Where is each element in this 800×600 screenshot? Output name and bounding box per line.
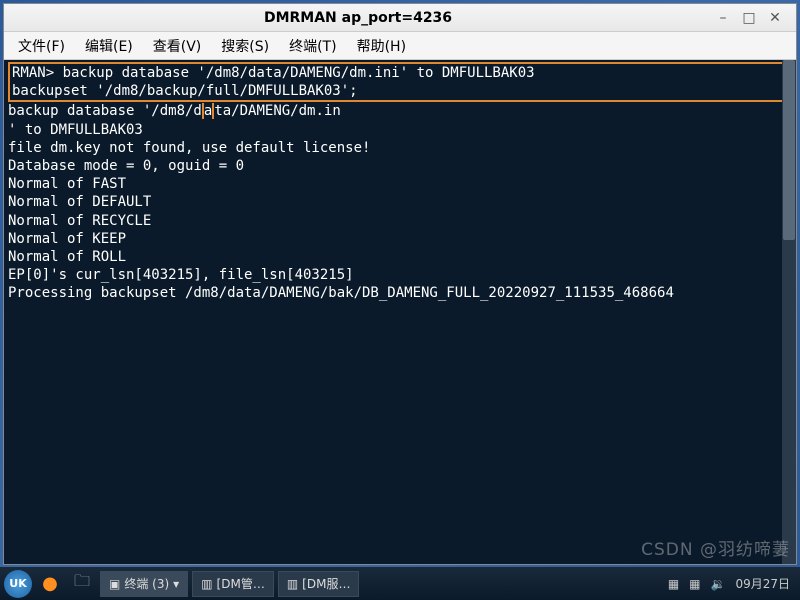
firefox-icon[interactable]: ● bbox=[36, 570, 64, 598]
term-line: Processing backupset /dm8/data/DAMENG/ba… bbox=[8, 284, 792, 302]
term-line: file dm.key not found, use default licen… bbox=[8, 139, 792, 157]
menu-file[interactable]: 文件(F) bbox=[10, 34, 73, 58]
menu-help[interactable]: 帮助(H) bbox=[349, 34, 414, 58]
menubar: 文件(F) 编辑(E) 查看(V) 搜索(S) 终端(T) 帮助(H) bbox=[4, 32, 796, 60]
terminal-window: DMRMAN ap_port=4236 – □ ✕ 文件(F) 编辑(E) 查看… bbox=[3, 3, 797, 565]
dm-icon: ▥ bbox=[201, 577, 212, 591]
chevron-down-icon: ▾ bbox=[173, 577, 179, 591]
menu-view[interactable]: 查看(V) bbox=[145, 34, 210, 58]
task-label: [DM管… bbox=[217, 575, 265, 592]
term-line: backupset '/dm8/backup/full/DMFULLBAK03'… bbox=[12, 83, 358, 99]
maximize-button[interactable]: □ bbox=[738, 9, 760, 27]
window-title: DMRMAN ap_port=4236 bbox=[264, 10, 452, 26]
menu-terminal[interactable]: 终端(T) bbox=[281, 34, 344, 58]
taskbar: UK ● 🗀 ▣ 终端 (3) ▾ ▥ [DM管… ▥ [DM服… ▦ ▦ 🔉 … bbox=[0, 567, 800, 600]
minimize-button[interactable]: – bbox=[712, 9, 734, 27]
term-line: backup database '/dm8/d bbox=[8, 103, 202, 119]
term-line: ta/DAMENG/dm.in bbox=[214, 103, 340, 119]
term-line: Normal of DEFAULT bbox=[8, 193, 792, 211]
term-line: Normal of RECYCLE bbox=[8, 212, 792, 230]
file-manager-icon[interactable]: 🗀 bbox=[68, 570, 96, 598]
scrollbar-thumb[interactable] bbox=[783, 60, 795, 240]
tray-app-icon[interactable]: ▦ bbox=[668, 577, 679, 591]
term-line: Normal of KEEP bbox=[8, 230, 792, 248]
term-line: Normal of ROLL bbox=[8, 248, 792, 266]
task-dm-manager[interactable]: ▥ [DM管… bbox=[192, 571, 274, 597]
start-button[interactable]: UK bbox=[4, 570, 32, 598]
tray-date[interactable]: 09月27日 bbox=[735, 575, 790, 592]
system-tray: ▦ ▦ 🔉 09月27日 bbox=[668, 575, 796, 592]
terminal-icon: ▣ bbox=[109, 577, 120, 591]
task-label: [DM服… bbox=[302, 575, 350, 592]
term-line: ' to DMFULLBAK03 bbox=[8, 121, 792, 139]
term-line: EP[0]'s cur_lsn[403215], file_lsn[403215… bbox=[8, 266, 792, 284]
terminal-output[interactable]: RMAN> backup database '/dm8/data/DAMENG/… bbox=[4, 60, 796, 564]
close-button[interactable]: ✕ bbox=[764, 9, 786, 27]
dm-icon: ▥ bbox=[287, 577, 298, 591]
highlighted-command: RMAN> backup database '/dm8/data/DAMENG/… bbox=[8, 62, 792, 102]
term-line: Database mode = 0, oguid = 0 bbox=[8, 157, 792, 175]
task-terminal[interactable]: ▣ 终端 (3) ▾ bbox=[100, 571, 188, 597]
menu-search[interactable]: 搜索(S) bbox=[213, 34, 277, 58]
menu-edit[interactable]: 编辑(E) bbox=[77, 34, 141, 58]
sound-icon[interactable]: 🔉 bbox=[711, 577, 726, 591]
task-label: 终端 (3) bbox=[124, 575, 169, 592]
task-dm-service[interactable]: ▥ [DM服… bbox=[278, 571, 360, 597]
tray-run-icon[interactable]: ▦ bbox=[689, 577, 700, 591]
term-line: RMAN> backup database '/dm8/data/DAMENG/… bbox=[12, 65, 535, 81]
scrollbar[interactable] bbox=[782, 60, 796, 564]
highlight-fragment: a bbox=[202, 103, 214, 119]
term-line: Normal of FAST bbox=[8, 175, 792, 193]
titlebar[interactable]: DMRMAN ap_port=4236 – □ ✕ bbox=[4, 4, 796, 32]
